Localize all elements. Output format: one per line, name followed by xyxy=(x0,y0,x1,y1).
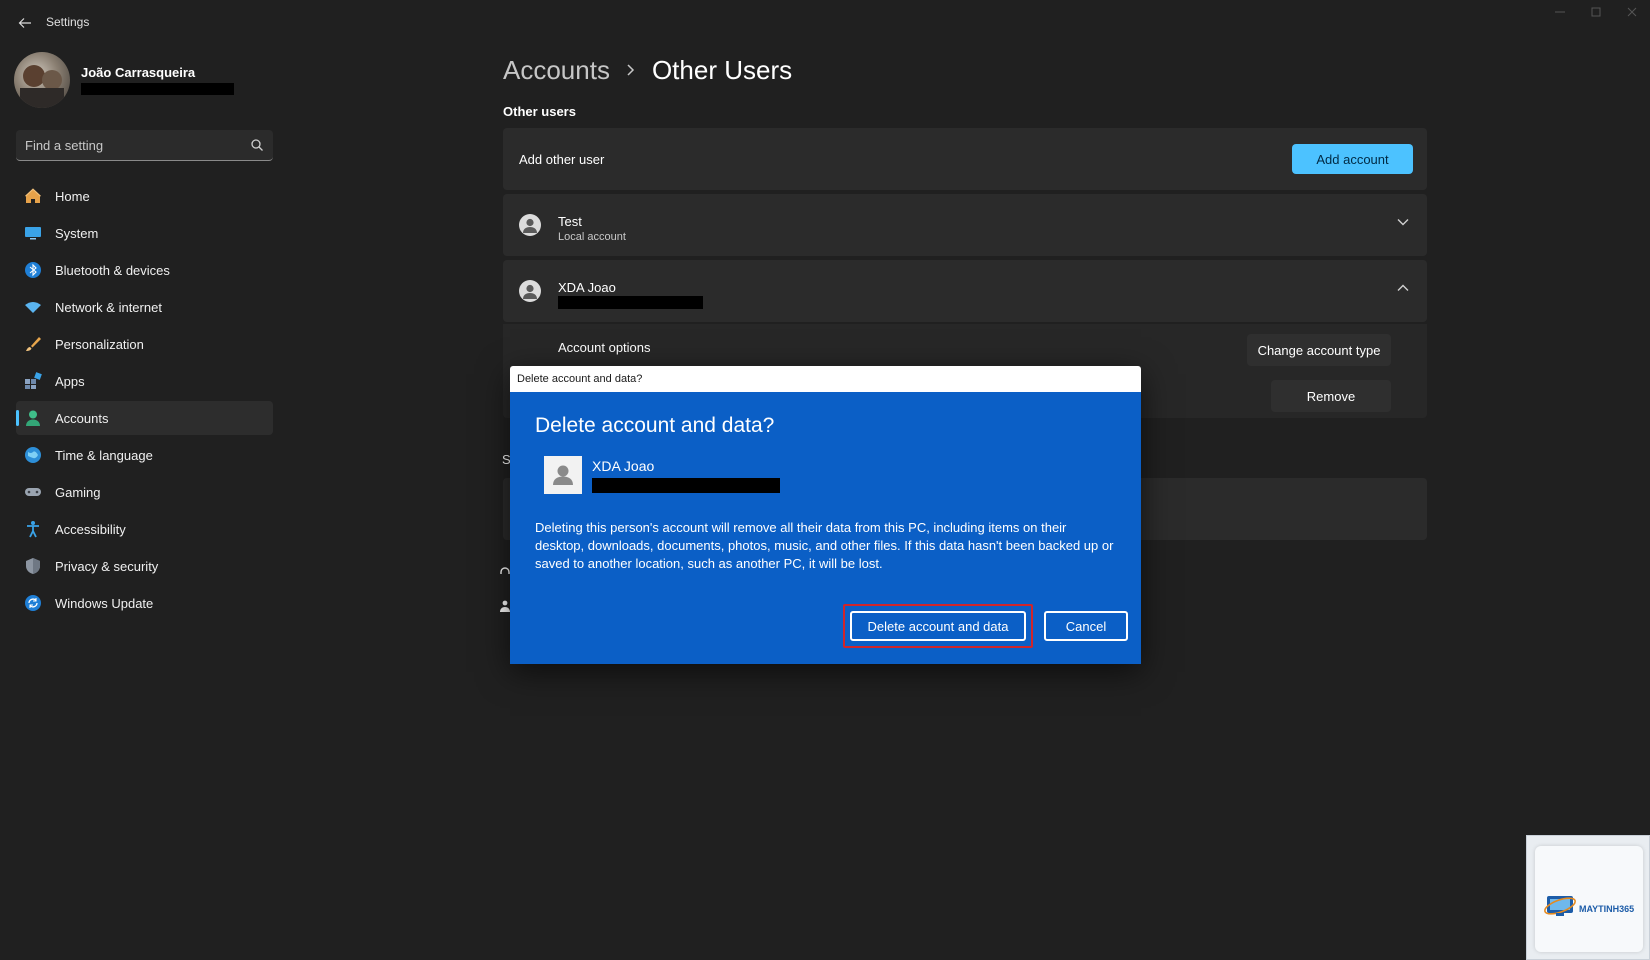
update-icon xyxy=(24,594,42,612)
sidebar-nav: Home System Bluetooth & devices Network … xyxy=(16,179,273,623)
section-title-other-users: Other users xyxy=(503,104,576,119)
wifi-icon xyxy=(24,298,42,316)
profile-name: João Carrasqueira xyxy=(81,65,196,80)
add-other-user-card: Add other user Add account xyxy=(503,128,1427,190)
sidebar-item-apps[interactable]: Apps xyxy=(16,364,273,398)
add-account-button[interactable]: Add account xyxy=(1292,144,1413,174)
avatar xyxy=(14,52,70,108)
chevron-up-icon[interactable] xyxy=(1397,284,1409,292)
user-picture-icon xyxy=(544,456,582,494)
redacted-email xyxy=(592,478,780,493)
sidebar-item-personalization[interactable]: Personalization xyxy=(16,327,273,361)
dialog-user-name: XDA Joao xyxy=(592,458,655,474)
user-avatar-icon xyxy=(519,214,541,236)
accounts-icon xyxy=(24,409,42,427)
user-avatar-icon xyxy=(519,280,541,302)
maximize-icon xyxy=(1591,7,1601,17)
sidebar-item-gaming[interactable]: Gaming xyxy=(16,475,273,509)
user-card-test[interactable]: Test Local account xyxy=(503,194,1427,256)
user-account-type: Local account xyxy=(558,231,626,243)
bluetooth-icon xyxy=(24,261,42,279)
redacted-email xyxy=(81,83,234,95)
user-name: XDA Joao xyxy=(558,280,616,295)
accessibility-icon xyxy=(24,520,42,538)
watermark-brand: MAYTINH365 xyxy=(1579,904,1635,914)
brand-logo-icon xyxy=(1544,896,1576,916)
dialog-body: Delete account and data? XDA Joao Deleti… xyxy=(510,392,1141,664)
back-arrow-icon xyxy=(18,18,31,28)
watermark-card: MAYTINH365 xyxy=(1535,846,1643,952)
search-input[interactable] xyxy=(25,130,245,160)
window-controls xyxy=(1542,0,1650,24)
apps-icon xyxy=(24,372,42,390)
globe-icon xyxy=(24,446,42,464)
search-icon[interactable] xyxy=(250,138,264,152)
minimize-button[interactable] xyxy=(1542,0,1578,24)
delete-account-dialog: Delete account and data? Delete account … xyxy=(510,366,1141,664)
home-icon xyxy=(24,187,42,205)
dialog-title-bar: Delete account and data? xyxy=(510,366,1141,392)
page-title: Other Users xyxy=(651,54,793,85)
change-account-type-button[interactable]: Change account type xyxy=(1247,334,1391,366)
dialog-message: Deleting this person's account will remo… xyxy=(535,520,1114,571)
maximize-button[interactable] xyxy=(1578,0,1614,24)
watermark: MAYTINH365 xyxy=(1526,835,1650,960)
user-card-xda-joao[interactable]: XDA Joao xyxy=(503,260,1427,322)
account-options-label: Account options xyxy=(558,340,651,355)
close-icon xyxy=(1627,7,1637,17)
breadcrumb: Accounts Other Users xyxy=(503,50,792,90)
sidebar-item-windows-update[interactable]: Windows Update xyxy=(16,586,273,620)
remove-button[interactable]: Remove xyxy=(1271,380,1391,412)
chevron-right-icon xyxy=(626,63,636,77)
dialog-heading: Delete account and data? xyxy=(535,414,775,437)
gamepad-icon xyxy=(24,483,42,501)
headset-icon xyxy=(500,567,510,574)
breadcrumb-parent[interactable]: Accounts xyxy=(503,55,610,86)
title-bar: Settings xyxy=(0,0,1650,44)
sidebar-item-home[interactable]: Home xyxy=(16,179,273,213)
user-profile[interactable]: João Carrasqueira xyxy=(14,52,284,108)
dialog-window-title: Delete account and data? xyxy=(517,373,643,385)
sidebar-item-accessibility[interactable]: Accessibility xyxy=(16,512,273,546)
sidebar-item-accounts[interactable]: Accounts xyxy=(16,401,273,435)
minimize-icon xyxy=(1555,11,1565,13)
delete-account-and-data-button[interactable]: Delete account and data xyxy=(850,611,1026,641)
close-button[interactable] xyxy=(1614,0,1650,24)
brush-icon xyxy=(24,335,42,353)
sidebar-item-bluetooth[interactable]: Bluetooth & devices xyxy=(16,253,273,287)
sidebar-item-system[interactable]: System xyxy=(16,216,273,250)
app-title: Settings xyxy=(46,15,90,29)
chevron-down-icon[interactable] xyxy=(1397,218,1409,226)
person-icon xyxy=(500,600,510,612)
redacted-email xyxy=(558,296,703,309)
user-name: Test xyxy=(558,214,582,229)
shield-icon xyxy=(24,557,42,575)
cancel-button[interactable]: Cancel xyxy=(1044,611,1128,641)
sidebar-item-privacy[interactable]: Privacy & security xyxy=(16,549,273,583)
add-other-user-label: Add other user xyxy=(519,152,605,167)
sidebar-item-network[interactable]: Network & internet xyxy=(16,290,273,324)
search-box xyxy=(16,130,273,161)
sidebar-item-time-language[interactable]: Time & language xyxy=(16,438,273,472)
system-icon xyxy=(24,224,42,242)
back-button[interactable] xyxy=(14,12,36,34)
